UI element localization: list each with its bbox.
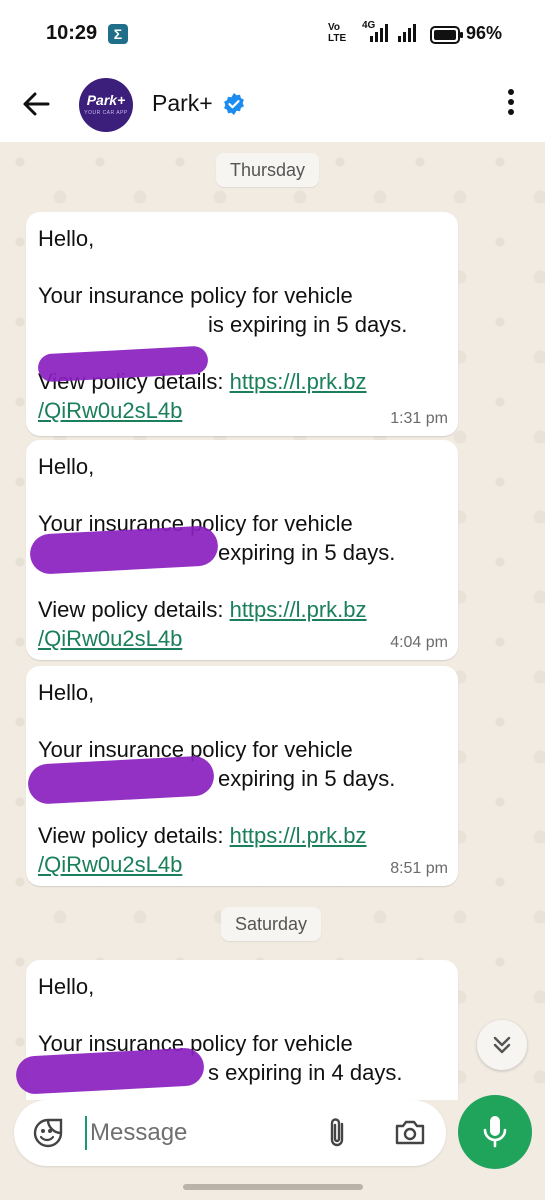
status-time: 10:29 — [46, 22, 98, 44]
back-arrow-icon[interactable] — [22, 90, 50, 118]
message-bubble[interactable]: Hello, Your insurance policy for vehicle… — [15, 960, 458, 1100]
message-time: 8:51 pm — [390, 860, 448, 877]
message-greeting: Hello, — [38, 974, 95, 999]
volte-indicator: Vo LTE — [328, 22, 347, 44]
message-line: Your insurance policy for vehicle — [38, 737, 353, 762]
message-bubble[interactable]: Hello, Your insurance policy for vehicle… — [26, 666, 458, 886]
status-bar: 10:29 Σ Vo LTE 4G 96% — [0, 0, 545, 70]
avatar-logo: Park+ — [86, 92, 126, 108]
message-greeting: Hello, — [38, 454, 95, 479]
attach-icon[interactable] — [326, 1116, 348, 1150]
policy-link-cont[interactable]: /QiRw0u2sL4b — [38, 398, 182, 423]
avatar[interactable]: Park+ YOUR CAR APP — [79, 78, 133, 132]
chat-header: Park+ YOUR CAR APP Park+ — [0, 70, 545, 142]
message-greeting: Hello, — [38, 680, 95, 705]
more-vert-icon[interactable] — [506, 88, 516, 116]
double-chevron-down-icon — [493, 1036, 511, 1054]
signal-strength-icon-2 — [398, 24, 416, 42]
mic-icon — [483, 1116, 507, 1148]
message-bubble[interactable]: Hello, Your insurance policy for vehicle… — [26, 212, 458, 436]
day-chip-saturday: Saturday — [221, 907, 322, 941]
policy-link-cont[interactable]: /QiRw0u2sL4b — [38, 852, 182, 877]
scroll-to-bottom-button[interactable] — [477, 1020, 527, 1070]
camera-icon[interactable] — [394, 1118, 426, 1146]
sticker-icon[interactable] — [32, 1117, 64, 1149]
signal-strength-icon — [370, 24, 388, 42]
policy-link[interactable]: https://l.prk.bz — [230, 369, 367, 394]
message-time: 1:31 pm — [390, 410, 448, 427]
message-composer — [0, 1095, 545, 1200]
verified-icon — [224, 93, 244, 115]
policy-link[interactable]: https://l.prk.bz — [230, 823, 367, 848]
message-time: 4:04 pm — [390, 634, 448, 651]
message-line: is expiring in 5 days. — [208, 312, 408, 337]
message-greeting: Hello, — [38, 226, 95, 251]
message-line: Your insurance policy for vehicle — [38, 283, 353, 308]
view-policy-label: View policy details: — [38, 597, 230, 622]
battery-percent: 96% — [466, 23, 503, 43]
message-input-pill — [14, 1100, 446, 1166]
message-input[interactable] — [90, 1114, 290, 1152]
message-bubble[interactable]: Hello, Your insurance policy for vehicle… — [26, 440, 458, 660]
sigma-app-icon: Σ — [108, 24, 128, 44]
home-indicator[interactable] — [183, 1184, 363, 1190]
contact-name[interactable]: Park+ — [152, 90, 213, 117]
battery-icon — [430, 26, 463, 44]
day-chip-thursday: Thursday — [216, 153, 320, 187]
policy-link-cont[interactable]: /QiRw0u2sL4b — [38, 626, 182, 651]
voice-record-button[interactable] — [458, 1095, 532, 1169]
text-caret — [85, 1116, 87, 1150]
avatar-tagline: YOUR CAR APP — [84, 110, 128, 116]
chat-area[interactable]: Thursday Hello, Your insurance policy fo… — [0, 142, 545, 1100]
view-policy-label: View policy details: — [38, 823, 230, 848]
policy-link[interactable]: https://l.prk.bz — [230, 597, 367, 622]
